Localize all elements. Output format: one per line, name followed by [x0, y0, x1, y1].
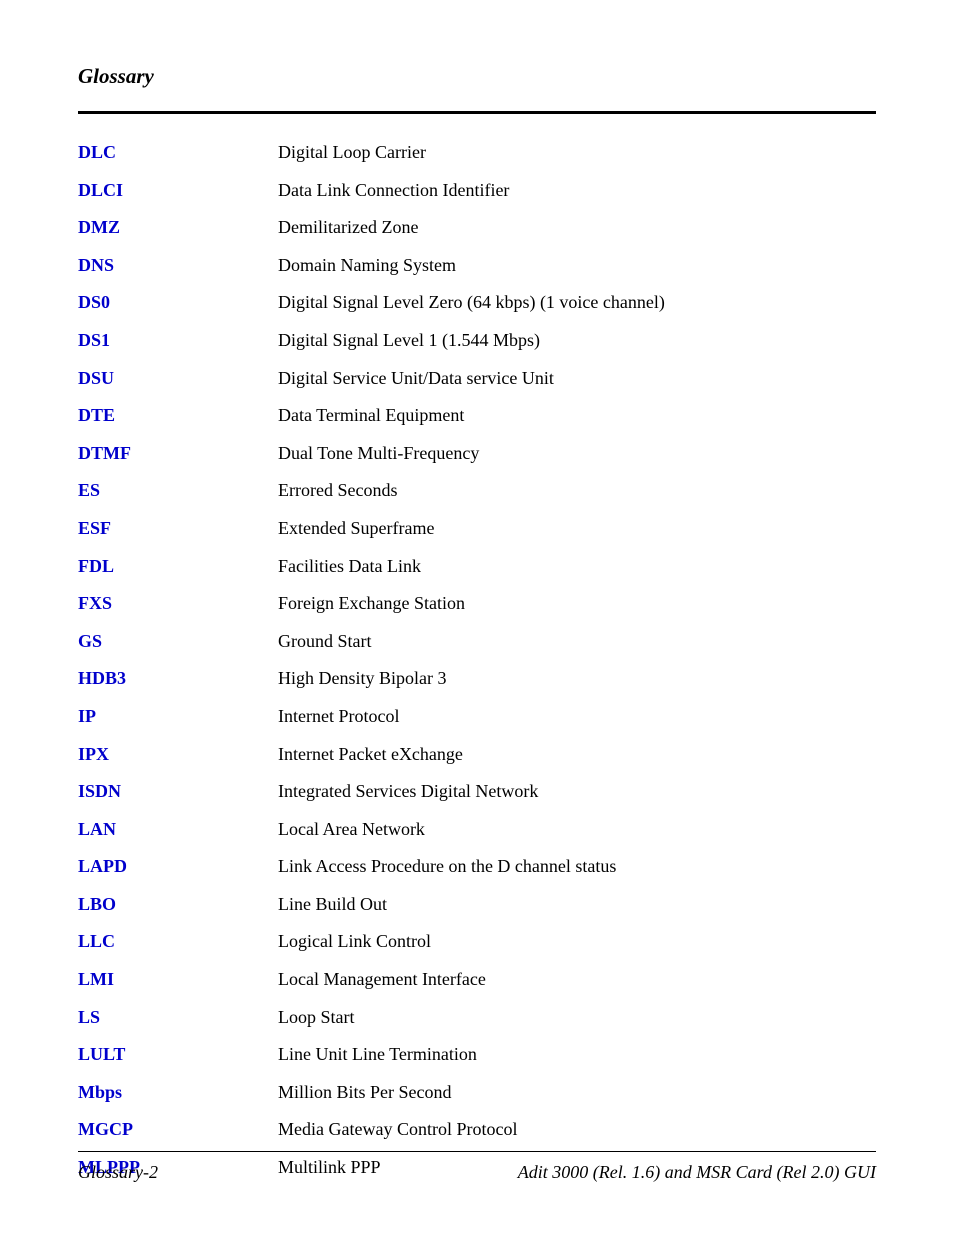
glossary-term: DMZ	[78, 217, 278, 239]
glossary-definition: Data Link Connection Identifier	[278, 180, 876, 202]
glossary-term: DTMF	[78, 443, 278, 465]
glossary-entry: DSUDigital Service Unit/Data service Uni…	[78, 368, 876, 390]
glossary-definition: Data Terminal Equipment	[278, 405, 876, 427]
glossary-term: ES	[78, 480, 278, 502]
glossary-entry: DNSDomain Naming System	[78, 255, 876, 277]
glossary-entry: ISDNIntegrated Services Digital Network	[78, 781, 876, 803]
glossary-entry: FXSForeign Exchange Station	[78, 593, 876, 615]
glossary-entry: DTEData Terminal Equipment	[78, 405, 876, 427]
glossary-entry: DS1Digital Signal Level 1 (1.544 Mbps)	[78, 330, 876, 352]
footer-left: Glossary-2	[78, 1162, 158, 1183]
glossary-term: FDL	[78, 556, 278, 578]
glossary-term: Mbps	[78, 1082, 278, 1104]
glossary-list: DLCDigital Loop CarrierDLCIData Link Con…	[78, 142, 876, 1179]
glossary-entry: DLCDigital Loop Carrier	[78, 142, 876, 164]
glossary-entry: DTMFDual Tone Multi-Frequency	[78, 443, 876, 465]
glossary-entry: LLCLogical Link Control	[78, 931, 876, 953]
glossary-term: ESF	[78, 518, 278, 540]
footer-right: Adit 3000 (Rel. 1.6) and MSR Card (Rel 2…	[518, 1162, 876, 1183]
glossary-entry: LANLocal Area Network	[78, 819, 876, 841]
glossary-term: LS	[78, 1007, 278, 1029]
glossary-term: MGCP	[78, 1119, 278, 1141]
glossary-definition: Local Area Network	[278, 819, 876, 841]
page-footer: Glossary-2 Adit 3000 (Rel. 1.6) and MSR …	[78, 1151, 876, 1183]
glossary-term: DSU	[78, 368, 278, 390]
glossary-definition: Digital Loop Carrier	[278, 142, 876, 164]
glossary-term: DNS	[78, 255, 278, 277]
glossary-entry: ESFExtended Superframe	[78, 518, 876, 540]
glossary-definition: Media Gateway Control Protocol	[278, 1119, 876, 1141]
glossary-entry: DS0Digital Signal Level Zero (64 kbps) (…	[78, 292, 876, 314]
glossary-term: DTE	[78, 405, 278, 427]
glossary-entry: LSLoop Start	[78, 1007, 876, 1029]
glossary-definition: Foreign Exchange Station	[278, 593, 876, 615]
glossary-definition: Demilitarized Zone	[278, 217, 876, 239]
glossary-definition: High Density Bipolar 3	[278, 668, 876, 690]
glossary-definition: Digital Signal Level Zero (64 kbps) (1 v…	[278, 292, 876, 314]
glossary-term: DS0	[78, 292, 278, 314]
glossary-term: IP	[78, 706, 278, 728]
glossary-entry: LULTLine Unit Line Termination	[78, 1044, 876, 1066]
glossary-definition: Integrated Services Digital Network	[278, 781, 876, 803]
glossary-definition: Facilities Data Link	[278, 556, 876, 578]
glossary-term: DS1	[78, 330, 278, 352]
glossary-entry: FDLFacilities Data Link	[78, 556, 876, 578]
glossary-definition: Million Bits Per Second	[278, 1082, 876, 1104]
glossary-definition: Loop Start	[278, 1007, 876, 1029]
glossary-entry: MGCPMedia Gateway Control Protocol	[78, 1119, 876, 1141]
glossary-term: HDB3	[78, 668, 278, 690]
section-title: Glossary	[78, 64, 876, 89]
header-rule	[78, 111, 876, 114]
glossary-definition: Ground Start	[278, 631, 876, 653]
glossary-definition: Logical Link Control	[278, 931, 876, 953]
glossary-term: GS	[78, 631, 278, 653]
glossary-entry: HDB3High Density Bipolar 3	[78, 668, 876, 690]
glossary-entry: GSGround Start	[78, 631, 876, 653]
glossary-definition: Line Unit Line Termination	[278, 1044, 876, 1066]
glossary-term: LBO	[78, 894, 278, 916]
footer-line: Glossary-2 Adit 3000 (Rel. 1.6) and MSR …	[78, 1162, 876, 1183]
glossary-term: ISDN	[78, 781, 278, 803]
glossary-term: FXS	[78, 593, 278, 615]
glossary-term: IPX	[78, 744, 278, 766]
glossary-term: LMI	[78, 969, 278, 991]
glossary-definition: Digital Service Unit/Data service Unit	[278, 368, 876, 390]
glossary-term: LAN	[78, 819, 278, 841]
glossary-definition: Internet Protocol	[278, 706, 876, 728]
glossary-entry: IPXInternet Packet eXchange	[78, 744, 876, 766]
glossary-entry: MbpsMillion Bits Per Second	[78, 1082, 876, 1104]
glossary-definition: Dual Tone Multi-Frequency	[278, 443, 876, 465]
glossary-term: LLC	[78, 931, 278, 953]
glossary-term: DLCI	[78, 180, 278, 202]
glossary-entry: DLCIData Link Connection Identifier	[78, 180, 876, 202]
glossary-term: LULT	[78, 1044, 278, 1066]
glossary-definition: Line Build Out	[278, 894, 876, 916]
glossary-definition: Domain Naming System	[278, 255, 876, 277]
glossary-entry: DMZDemilitarized Zone	[78, 217, 876, 239]
glossary-entry: IPInternet Protocol	[78, 706, 876, 728]
glossary-entry: LBOLine Build Out	[78, 894, 876, 916]
glossary-definition: Local Management Interface	[278, 969, 876, 991]
glossary-entry: LMILocal Management Interface	[78, 969, 876, 991]
glossary-definition: Internet Packet eXchange	[278, 744, 876, 766]
glossary-entry: LAPDLink Access Procedure on the D chann…	[78, 856, 876, 878]
footer-rule	[78, 1151, 876, 1152]
glossary-entry: ESErrored Seconds	[78, 480, 876, 502]
glossary-definition: Link Access Procedure on the D channel s…	[278, 856, 876, 878]
glossary-definition: Extended Superframe	[278, 518, 876, 540]
glossary-term: LAPD	[78, 856, 278, 878]
glossary-definition: Digital Signal Level 1 (1.544 Mbps)	[278, 330, 876, 352]
glossary-definition: Errored Seconds	[278, 480, 876, 502]
glossary-term: DLC	[78, 142, 278, 164]
page: Glossary DLCDigital Loop CarrierDLCIData…	[0, 0, 954, 1235]
